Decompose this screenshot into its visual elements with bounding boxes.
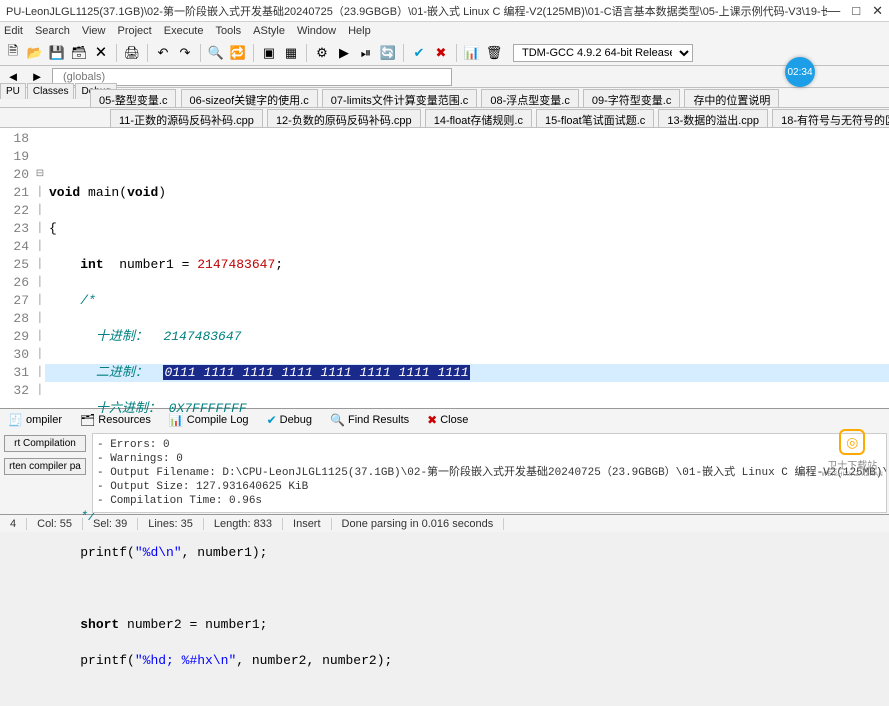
bottom-panel: 🧾ompiler 🗂Resources 📊Compile Log ✔Debug … bbox=[0, 408, 889, 514]
compile-output: - Errors: 0 - Warnings: 0 - Output Filen… bbox=[92, 433, 887, 513]
fold-column: ⊟││││││││││││ bbox=[35, 128, 45, 408]
toolbar-separator bbox=[253, 44, 254, 62]
title-bar: PU-LeonJLGL1125(37.1GB)\02-第一阶段嵌入式开发基础20… bbox=[0, 0, 889, 22]
file-tab[interactable]: 05-整型变量.c bbox=[90, 89, 176, 108]
status-insert: Insert bbox=[283, 518, 332, 530]
main-toolbar: 🗎 📂 💾 🗃 🗙 🖨 ↶ ↷ 🔍 🔁 ▣ ▦ ⚙ ▶ ⏯ 🔄 ✔ ✖ 📊 🗑 … bbox=[0, 40, 889, 66]
status-done: Done parsing in 0.016 seconds bbox=[332, 518, 505, 530]
debug-icon: ✔ bbox=[267, 413, 277, 427]
rebuild-icon[interactable]: 🔄 bbox=[379, 44, 397, 62]
resources-icon: 🗂 bbox=[80, 413, 95, 427]
menu-search[interactable]: Search bbox=[35, 25, 70, 37]
left-tab-pu[interactable]: PU bbox=[0, 83, 26, 99]
goto-icon[interactable]: ▣ bbox=[260, 44, 278, 62]
status-sel: Sel: 39 bbox=[83, 518, 138, 530]
file-tabs-row2: 11-正数的源码反码补码.cpp 12-负数的原码反码补码.cpp 14-flo… bbox=[0, 108, 889, 128]
window-title: PU-LeonJLGL1125(37.1GB)\02-第一阶段嵌入式开发基础20… bbox=[6, 3, 827, 19]
saveall-icon[interactable]: 🗃 bbox=[70, 44, 88, 62]
close-icon[interactable]: ✕ bbox=[872, 3, 883, 19]
toolbar-separator bbox=[306, 44, 307, 62]
bottom-tab-resources[interactable]: 🗂Resources bbox=[76, 411, 155, 429]
bottom-tab-close[interactable]: ✖Close bbox=[423, 411, 472, 429]
compiler-icon: 🧾 bbox=[8, 413, 23, 427]
abort-compilation-button[interactable]: rt Compilation bbox=[4, 435, 86, 452]
toolbar-separator bbox=[116, 44, 117, 62]
compiler-select[interactable]: TDM-GCC 4.9.2 64-bit Release bbox=[513, 44, 693, 62]
toolbar-separator bbox=[147, 44, 148, 62]
status-col: Col: 55 bbox=[27, 518, 83, 530]
menu-edit[interactable]: Edit bbox=[4, 25, 23, 37]
file-tab[interactable]: 12-负数的原码反码补码.cpp bbox=[267, 109, 421, 128]
run-icon[interactable]: ▶ bbox=[335, 44, 353, 62]
class-bar: ◄ ► bbox=[0, 66, 889, 88]
close-tab-icon: ✖ bbox=[427, 413, 437, 427]
watermark: ◎ 卫士下载站 WEISHIXIAZAIZHAN bbox=[822, 429, 883, 478]
watermark-url: WEISHIXIAZAIZHAN bbox=[822, 472, 883, 478]
status-line: 4 bbox=[0, 518, 27, 530]
text-selection: 0111 1111 1111 1111 1111 1111 1111 1111 bbox=[163, 365, 469, 380]
find-icon[interactable]: 🔍 bbox=[207, 44, 225, 62]
print-icon[interactable]: 🖨 bbox=[123, 44, 141, 62]
profile-icon[interactable]: 📊 bbox=[463, 44, 481, 62]
debug-icon[interactable]: ✔ bbox=[410, 44, 428, 62]
bottom-tab-compile-log[interactable]: 📊Compile Log bbox=[165, 411, 253, 429]
delete-icon[interactable]: 🗑 bbox=[485, 44, 503, 62]
maximize-icon[interactable]: □ bbox=[852, 3, 860, 19]
close-file-icon[interactable]: 🗙 bbox=[92, 44, 110, 62]
bottom-tab-debug[interactable]: ✔Debug bbox=[263, 411, 316, 429]
file-tab[interactable]: 09-字符型变量.c bbox=[583, 89, 680, 108]
file-tab[interactable]: 11-正数的源码反码补码.cpp bbox=[110, 109, 263, 128]
menu-astyle[interactable]: AStyle bbox=[253, 25, 285, 37]
file-tab[interactable]: 存中的位置说明 bbox=[684, 89, 779, 108]
left-tab-classes[interactable]: Classes bbox=[27, 83, 75, 99]
shorten-path-button[interactable]: rten compiler pa bbox=[4, 458, 86, 475]
stop-icon[interactable]: ✖ bbox=[432, 44, 450, 62]
menu-execute[interactable]: Execute bbox=[164, 25, 204, 37]
file-tab[interactable]: 07-limits文件计算变量范围.c bbox=[322, 89, 478, 108]
window-controls: — □ ✕ bbox=[827, 3, 883, 19]
log-icon: 📊 bbox=[169, 413, 184, 427]
toolbar-separator bbox=[200, 44, 201, 62]
line-gutter: 181920 212223 242526 272829 303132 bbox=[0, 128, 35, 408]
menu-view[interactable]: View bbox=[82, 25, 106, 37]
goto2-icon[interactable]: ▦ bbox=[282, 44, 300, 62]
redo-icon[interactable]: ↷ bbox=[176, 44, 194, 62]
undo-icon[interactable]: ↶ bbox=[154, 44, 172, 62]
editor[interactable]: 181920 212223 242526 272829 303132 ⊟││││… bbox=[0, 128, 889, 408]
status-length: Length: 833 bbox=[204, 518, 283, 530]
minimize-icon[interactable]: — bbox=[827, 3, 840, 19]
menu-tools[interactable]: Tools bbox=[215, 25, 241, 37]
file-tab[interactable]: 18-有符号与无符号的区别.c bbox=[772, 109, 889, 128]
toolbar-separator bbox=[403, 44, 404, 62]
menu-bar: Edit Search View Project Execute Tools A… bbox=[0, 22, 889, 40]
bottom-left-buttons: rt Compilation rten compiler pa bbox=[0, 431, 90, 515]
file-tab[interactable]: 13-数据的溢出.cpp bbox=[658, 109, 768, 128]
replace-icon[interactable]: 🔁 bbox=[229, 44, 247, 62]
new-icon[interactable]: 🗎 bbox=[4, 44, 22, 62]
compilerun-icon[interactable]: ⏯ bbox=[357, 44, 375, 62]
code-text[interactable]: void main(void) { int number1 = 21474836… bbox=[45, 128, 889, 408]
timer-badge: 02:34 bbox=[785, 57, 815, 87]
status-lines: Lines: 35 bbox=[138, 518, 204, 530]
watermark-icon: ◎ bbox=[839, 429, 865, 455]
fold-icon: ⊟ bbox=[35, 166, 45, 184]
menu-project[interactable]: Project bbox=[117, 25, 151, 37]
file-tabs-row1: 05-整型变量.c 06-sizeof关键字的使用.c 07-limits文件计… bbox=[0, 88, 889, 108]
open-icon[interactable]: 📂 bbox=[26, 44, 44, 62]
file-tab[interactable]: 14-float存储规则.c bbox=[425, 109, 532, 128]
menu-help[interactable]: Help bbox=[348, 25, 371, 37]
file-tab[interactable]: 15-float笔试面试题.c bbox=[536, 109, 654, 128]
toolbar-separator bbox=[456, 44, 457, 62]
bottom-tab-compiler[interactable]: 🧾ompiler bbox=[4, 411, 66, 429]
bottom-tab-find[interactable]: 🔍Find Results bbox=[326, 411, 413, 429]
compile-icon[interactable]: ⚙ bbox=[313, 44, 331, 62]
watermark-name: 卫士下载站 bbox=[827, 457, 877, 472]
find-icon: 🔍 bbox=[330, 413, 345, 427]
menu-window[interactable]: Window bbox=[297, 25, 336, 37]
file-tab[interactable]: 08-浮点型变量.c bbox=[481, 89, 578, 108]
save-icon[interactable]: 💾 bbox=[48, 44, 66, 62]
bottom-tabs: 🧾ompiler 🗂Resources 📊Compile Log ✔Debug … bbox=[0, 409, 889, 431]
file-tab[interactable]: 06-sizeof关键字的使用.c bbox=[181, 89, 318, 108]
